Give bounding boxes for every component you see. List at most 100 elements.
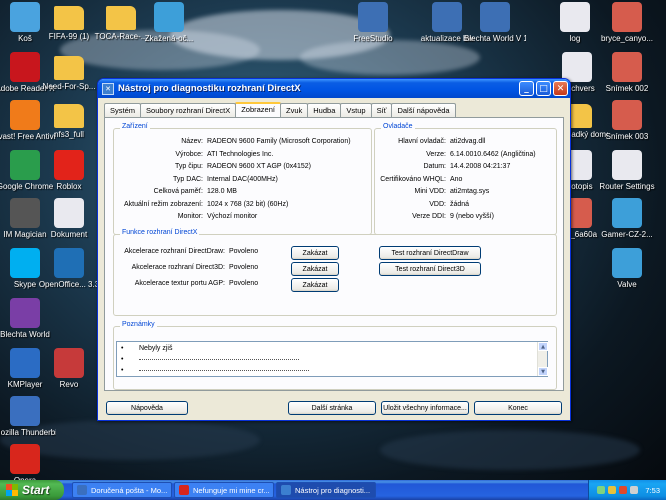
window-title: Nástroj pro diagnostiku rozhraní DirectX xyxy=(118,83,301,94)
desktop-icon[interactable]: Dokument xyxy=(38,198,100,240)
desktop-icon[interactable]: Blechta World xyxy=(0,298,56,340)
kmplayer-icon xyxy=(10,348,40,378)
router-icon xyxy=(612,150,642,180)
notes-bullet-1: • xyxy=(121,345,124,352)
desktop-icon-label: Blechta World V 1.0 xyxy=(464,34,526,43)
driver-value: Ano xyxy=(450,175,463,183)
save-all-info-button[interactable]: Uložit všechny informace... xyxy=(381,401,469,415)
scroll-up-arrow-icon[interactable]: ▲ xyxy=(538,342,548,351)
driver-key: Datum: xyxy=(423,163,446,170)
revo-icon xyxy=(54,348,84,378)
desktop-icon-label: Gamer-CZ-2... xyxy=(601,230,653,239)
desktop-icon-label: Zkažená-oč... xyxy=(144,34,194,43)
test-directx-button[interactable]: Test rozhraní DirectDraw xyxy=(379,246,481,260)
tab-syst-m[interactable]: Systém xyxy=(104,103,142,117)
taskbar-item[interactable]: Nástroj pro diagnosti... xyxy=(276,482,376,498)
taskbar-app-icon xyxy=(77,485,87,495)
exit-button[interactable]: Konec xyxy=(474,401,562,415)
tab-s-[interactable]: Síť xyxy=(370,103,393,117)
next-page-button[interactable]: Další stránka xyxy=(288,401,376,415)
device-group-title: Zařízení xyxy=(120,123,150,130)
disable-button[interactable]: Zakázat xyxy=(291,262,339,276)
tab-soubory-rozhran-directx[interactable]: Soubory rozhraní DirectX xyxy=(140,103,237,117)
disable-button[interactable]: Zakázat xyxy=(291,246,339,260)
desktop-icon[interactable]: OpenOffice... 3.3 xyxy=(38,248,100,290)
desktop-icon[interactable]: Valve xyxy=(596,248,658,290)
features-group-title: Funkce rozhraní DirectX xyxy=(120,229,200,236)
device-key: Celková paměť: xyxy=(153,188,203,195)
update-bw-icon xyxy=(432,2,462,32)
tab-hudba[interactable]: Hudba xyxy=(307,103,342,117)
device-value: RADEON 9600 Family (Microsoft Corporatio… xyxy=(207,138,351,145)
driver-value: 6.14.0010.6462 (Angličtina) xyxy=(450,150,536,158)
image-file-icon xyxy=(612,2,642,32)
minimize-button[interactable]: _ xyxy=(519,81,534,96)
help-button[interactable]: Nápověda xyxy=(106,401,188,415)
driver-value: 14.4.2008 04:21:37 xyxy=(450,163,511,170)
tray-icon[interactable] xyxy=(630,486,639,494)
desktop-icon-label: Mozilla Thunderbird xyxy=(0,428,56,437)
desktop-icon-label: Snímek 003 xyxy=(605,132,649,141)
document-icon xyxy=(54,198,84,228)
tab-zobrazen-[interactable]: Zobrazení xyxy=(235,102,281,117)
antivirus-tray-icon[interactable] xyxy=(619,486,628,494)
desktop-icon[interactable]: Gamer-CZ-2... xyxy=(596,198,658,240)
start-button[interactable]: Start xyxy=(0,480,64,500)
tab-zvuk[interactable]: Zvuk xyxy=(280,103,309,117)
im-magician-icon xyxy=(10,198,40,228)
taskbar-item[interactable]: Nefunguje mi mine cr... xyxy=(174,482,274,498)
blechta-world-icon xyxy=(10,298,40,328)
skype-icon xyxy=(10,248,40,278)
close-button[interactable]: ✕ xyxy=(553,81,568,96)
tab-vstup[interactable]: Vstup xyxy=(340,103,372,117)
opera-icon xyxy=(10,444,40,474)
volume-tray-icon[interactable] xyxy=(608,486,617,494)
roblox-icon xyxy=(54,150,84,180)
desktop-icon[interactable]: bryce_canyo... xyxy=(596,2,658,44)
feature-key: Akcelerace rozhraní DirectDraw: xyxy=(124,248,225,255)
driver-key: Verze: xyxy=(426,150,446,158)
zkazena-icon xyxy=(154,2,184,32)
taskbar-item[interactable]: Doručená pošta - Mo... xyxy=(72,482,172,498)
gamer-icon xyxy=(612,198,642,228)
clock[interactable]: 7:53 xyxy=(645,486,660,495)
desktop-icon[interactable]: nfs3_full xyxy=(38,100,100,140)
freestudio-icon xyxy=(358,2,388,32)
network-tray-icon[interactable] xyxy=(597,486,606,494)
disable-button[interactable]: Zakázat xyxy=(291,278,339,292)
desktop-icon[interactable]: Revo xyxy=(38,348,100,390)
desktop-icon[interactable]: Snímek 003 xyxy=(596,100,658,142)
device-key: Typ DAC: xyxy=(173,175,203,183)
desktop-icon[interactable]: FreeStudio xyxy=(342,2,404,44)
notes-bullet-3: • xyxy=(121,367,124,374)
window-titlebar[interactable]: ✕ Nástroj pro diagnostiku rozhraní Direc… xyxy=(98,79,570,98)
desktop-icon[interactable]: Mozilla Thunderbird xyxy=(0,396,56,438)
desktop-icon-label: nfs3_full xyxy=(54,130,84,139)
desktop-icon-label: Dokument xyxy=(50,230,88,239)
desktop-icon-label: Need-For-Sp... xyxy=(42,82,96,91)
notes-line-1: Nebyly zjiš xyxy=(139,345,173,352)
desktop-icon[interactable]: Zkažená-oč... xyxy=(138,2,200,44)
tab-strip: Systém Soubory rozhraní DirectX Zobrazení Z… xyxy=(104,102,456,117)
desktop-icon-label: OpenOffice... 3.3 xyxy=(38,280,100,289)
test-directx-button[interactable]: Test rozhraní Direct3D xyxy=(379,262,481,276)
desktop-icon[interactable]: Blechta World V 1.0 xyxy=(464,2,526,44)
desktop-icon[interactable]: Router Settings xyxy=(596,150,658,192)
device-key: Výrobce: xyxy=(175,150,203,158)
windows-logo-icon xyxy=(6,484,18,496)
taskbar: Start Doručená pošta - Mo... Nefunguje mi… xyxy=(0,480,666,500)
device-value: Internal DAC(400MHz) xyxy=(207,175,278,183)
folder-icon xyxy=(54,56,84,80)
driver-key: Mini VDD: xyxy=(414,188,446,195)
notes-textbox[interactable]: • Nebyly zjiš • • ▲ ▼ xyxy=(116,341,548,377)
tab-dal-n-pov-da[interactable]: Další nápověda xyxy=(391,103,456,117)
notes-scrollbar[interactable]: ▲ ▼ xyxy=(537,342,548,376)
desktop-icon[interactable]: Need-For-Sp... xyxy=(38,52,100,92)
desktop-icon[interactable]: Roblox xyxy=(38,150,100,192)
device-key: Typ čipu: xyxy=(174,163,203,170)
maximize-button[interactable]: □ xyxy=(536,81,551,96)
desktop-icon-label: Snímek 002 xyxy=(605,84,649,93)
scroll-down-arrow-icon[interactable]: ▼ xyxy=(538,367,548,376)
desktop-icon[interactable]: Snímek 002 xyxy=(596,52,658,94)
blechta-world-v1-icon xyxy=(480,2,510,32)
